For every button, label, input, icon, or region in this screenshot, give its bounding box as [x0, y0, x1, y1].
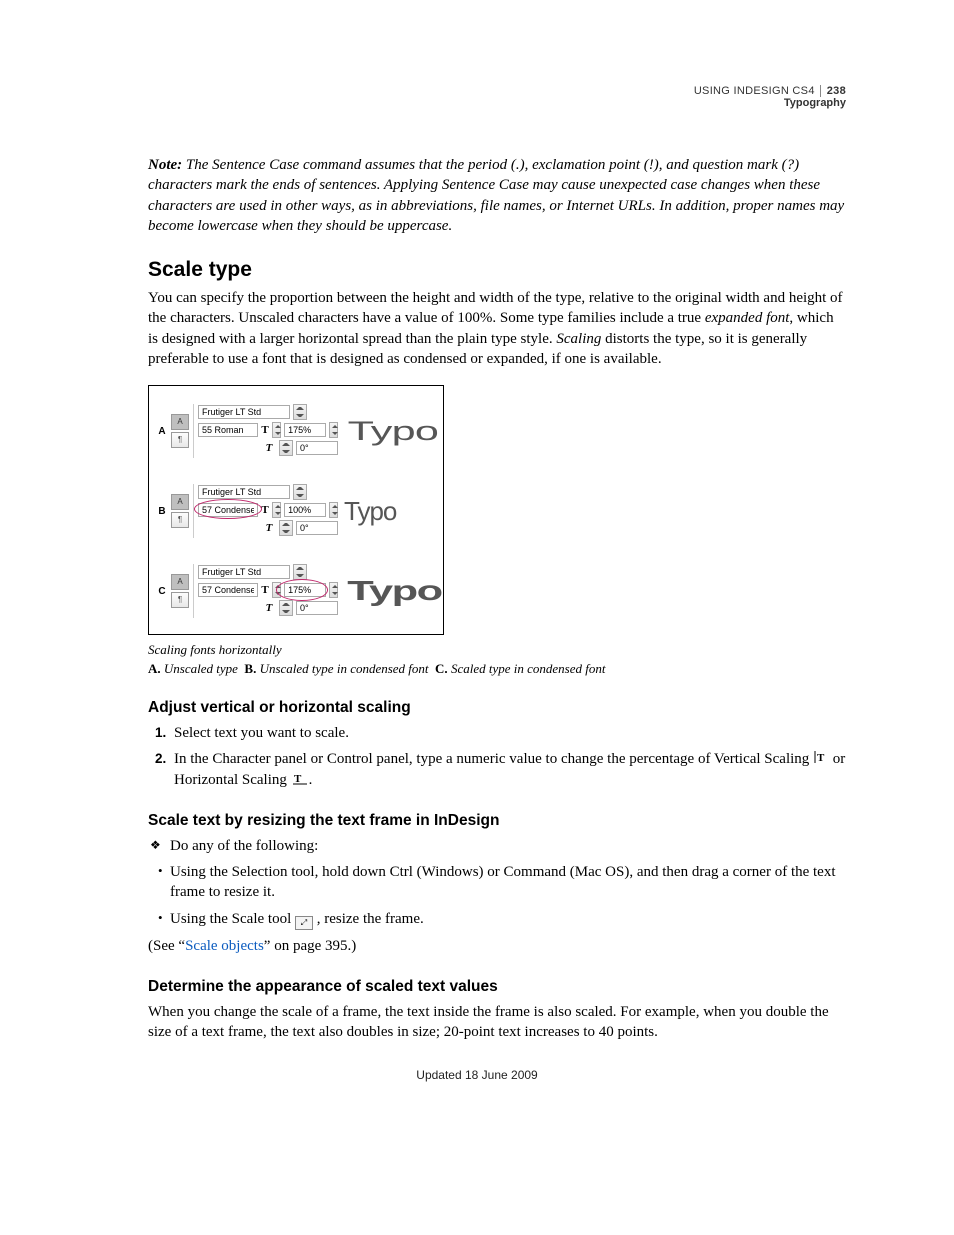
hscale-stepper2[interactable] — [329, 422, 338, 438]
note-text: The Sentence Case command assumes that t… — [148, 157, 844, 234]
list-item: Using the Selection tool, hold down Ctrl… — [158, 862, 846, 903]
sample-text: Typo — [338, 496, 433, 527]
figure-caption: Scaling fonts horizontally — [148, 641, 846, 659]
skew-icon: T — [262, 442, 276, 454]
figure-scaling-fonts: A A ¶ T — [148, 385, 444, 635]
heading-scale-type: Scale type — [148, 258, 846, 282]
skew-icon: T — [262, 602, 276, 614]
svg-text:T: T — [817, 752, 825, 764]
hscale-stepper[interactable] — [272, 502, 281, 518]
adjust-steps: Select text you want to scale. In the Ch… — [148, 723, 846, 790]
font-family-stepper[interactable] — [293, 404, 307, 420]
row-label: B — [153, 506, 171, 517]
font-family-field[interactable] — [198, 405, 290, 419]
hscale-field[interactable] — [284, 583, 326, 597]
hscale-stepper[interactable] — [272, 422, 281, 438]
font-style-field[interactable] — [198, 423, 258, 437]
char-formatting-icon[interactable]: A — [171, 574, 189, 590]
skew-field[interactable] — [296, 441, 338, 455]
chapter-title: Typography — [694, 97, 846, 109]
note-paragraph: Note: The Sentence Case command assumes … — [148, 155, 846, 236]
figure-row-b: B A ¶ T — [149, 480, 443, 560]
font-family-field[interactable] — [198, 485, 290, 499]
see-also: (See “Scale objects” on page 395.) — [148, 936, 846, 956]
hscale-stepper2[interactable] — [329, 502, 338, 518]
font-family-stepper[interactable] — [293, 484, 307, 500]
horizontal-scale-icon: T — [261, 504, 269, 516]
heading-determine-appearance: Determine the appearance of scaled text … — [148, 978, 846, 996]
font-style-field[interactable] — [198, 583, 258, 597]
skew-field[interactable] — [296, 601, 338, 615]
row-label: A — [153, 426, 171, 437]
hscale-stepper[interactable] — [272, 582, 281, 598]
skew-stepper[interactable] — [279, 520, 293, 536]
vertical-scale-icon: T — [813, 750, 829, 769]
skew-stepper[interactable] — [279, 440, 293, 456]
horizontal-scale-icon: T — [261, 424, 269, 436]
font-family-field[interactable] — [198, 565, 290, 579]
determine-body: When you change the scale of a frame, th… — [148, 1002, 846, 1043]
char-formatting-icon[interactable]: A — [171, 414, 189, 430]
page-footer: Updated 18 June 2009 — [0, 1068, 954, 1082]
scale-tool-icon: ⤢ — [295, 916, 313, 930]
hscale-field[interactable] — [284, 503, 326, 517]
heading-scale-by-frame: Scale text by resizing the text frame in… — [148, 812, 846, 830]
row-label: C — [153, 586, 171, 597]
link-scale-objects[interactable]: Scale objects — [185, 938, 264, 954]
skew-field[interactable] — [296, 521, 338, 535]
hscale-field[interactable] — [284, 423, 326, 437]
page-number: 238 — [820, 85, 846, 97]
lead-line: Do any of the following: — [148, 836, 846, 856]
note-label: Note: — [148, 157, 182, 173]
svg-text:T: T — [294, 773, 302, 785]
skew-stepper[interactable] — [279, 600, 293, 616]
list-item: Using the Scale tool ⤢ , resize the fram… — [158, 909, 846, 930]
sample-text: Typo — [338, 575, 485, 607]
figure-row-a: A A ¶ T — [149, 400, 443, 480]
para-formatting-icon[interactable]: ¶ — [171, 592, 189, 608]
resize-bullets: Using the Selection tool, hold down Ctrl… — [148, 862, 846, 930]
sample-text: Typo — [338, 416, 490, 447]
running-header: USING INDESIGN CS4 238 Typography — [694, 85, 846, 109]
hscale-stepper2[interactable] — [329, 582, 338, 598]
para-formatting-icon[interactable]: ¶ — [171, 432, 189, 448]
font-family-stepper[interactable] — [293, 564, 307, 580]
list-item: Select text you want to scale. — [170, 723, 846, 743]
skew-icon: T — [262, 522, 276, 534]
figure-legend: A. Unscaled type B. Unscaled type in con… — [148, 660, 846, 678]
horizontal-scale-icon: T — [291, 772, 309, 790]
intro-paragraph: You can specify the proportion between t… — [148, 288, 846, 369]
font-style-field[interactable] — [198, 503, 258, 517]
para-formatting-icon[interactable]: ¶ — [171, 512, 189, 528]
figure-row-c: C A ¶ T — [149, 560, 443, 628]
heading-adjust-scaling: Adjust vertical or horizontal scaling — [148, 699, 846, 717]
list-item: In the Character panel or Control panel,… — [170, 749, 846, 790]
doc-title: USING INDESIGN CS4 — [694, 85, 815, 97]
horizontal-scale-icon: T — [261, 584, 269, 596]
char-formatting-icon[interactable]: A — [171, 494, 189, 510]
